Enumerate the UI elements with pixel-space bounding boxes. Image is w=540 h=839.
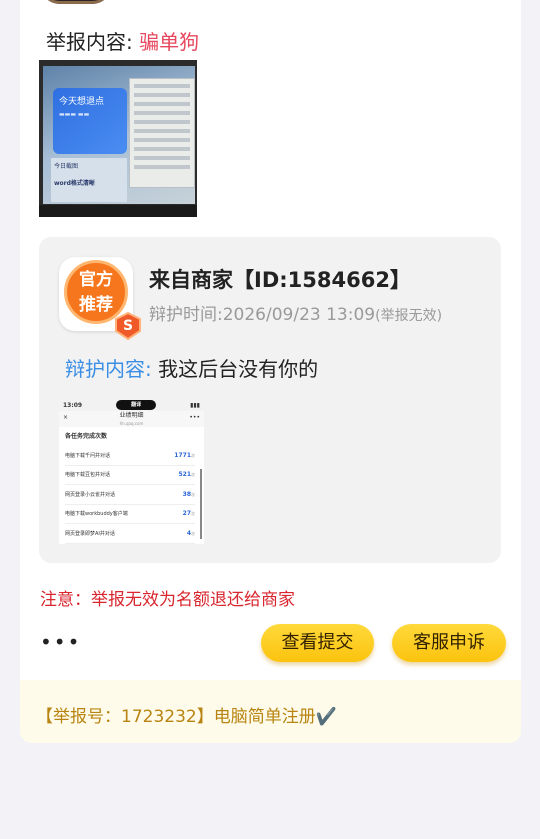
screenshot-taskbar bbox=[39, 205, 197, 217]
phone-status-bar: 13:09 翻译 ▮▮▮ bbox=[59, 399, 204, 411]
phone-page-title: 业绩明细 bbox=[119, 412, 144, 419]
defense-box: 官方 推荐 S 来自商家【ID:1584662】 辩护时间:2026/09/23… bbox=[39, 237, 501, 563]
view-submission-button[interactable]: 查看提交 bbox=[261, 624, 374, 662]
report-content-value: 骗单狗 bbox=[139, 30, 200, 54]
report-number: 【举报号：1723232】电脑简单注册✔️ bbox=[36, 702, 337, 727]
scrollbar bbox=[200, 469, 202, 539]
more-options-button[interactable]: ••• bbox=[40, 632, 81, 652]
defense-time: 辩护时间:2026/09/23 13:09(举报无效) bbox=[149, 300, 442, 325]
customer-service-appeal-button[interactable]: 客服申诉 bbox=[392, 624, 506, 662]
phone-status-pill: 翻译 bbox=[116, 400, 157, 410]
phone-status-time: 13:09 bbox=[63, 401, 83, 409]
report-footer: 【举报号：1723232】电脑简单注册✔️ bbox=[20, 680, 521, 743]
defense-screenshot[interactable]: 13:09 翻译 ▮▮▮ × 业绩明细 hh.qaq.com ••• 各任务完成… bbox=[59, 399, 204, 544]
defense-time-label: 辩护时间:2026/09/23 13:09 bbox=[149, 305, 376, 325]
list-item: 电脑下载千问并对话 1771次 bbox=[65, 446, 195, 466]
shield-icon: S bbox=[113, 311, 143, 341]
screenshot-line-2: word格式清晰 bbox=[54, 180, 95, 187]
badge-line-1: 官方 bbox=[79, 270, 113, 290]
list-item: 网页登录即梦AI并对话 4次 bbox=[65, 524, 195, 544]
notice-text: 注意：举报无效为名额退还给商家 bbox=[40, 590, 295, 610]
check-icon: ✔️ bbox=[315, 707, 337, 727]
list-item: 网页登录小云雀并对话 38次 bbox=[65, 485, 195, 505]
official-recommend-badge: 官方 推荐 S bbox=[59, 257, 141, 341]
screenshot-panel-title: 今天想退点 bbox=[59, 97, 105, 107]
report-content-label: 举报内容: bbox=[46, 30, 133, 54]
more-icon: ••• bbox=[189, 414, 200, 421]
screenshot-line-1: 今日截图 bbox=[54, 163, 79, 170]
defense-content-value: 我这后台没有你的 bbox=[158, 357, 319, 381]
report-screenshot[interactable]: 今天想退点 ▬▬▬ ▬▬ 今日截图 word格式清晰 bbox=[39, 60, 197, 217]
phone-nav-bar: × 业绩明细 hh.qaq.com ••• bbox=[59, 411, 204, 427]
screenshot-blue-panel: 今天想退点 ▬▬▬ ▬▬ bbox=[53, 88, 127, 154]
merchant-id: 来自商家【ID:1584662】 bbox=[149, 268, 411, 292]
report-card: 举报内容: 骗单狗 今天想退点 ▬▬▬ ▬▬ 今日截图 word格式清晰 官方 bbox=[20, 0, 521, 743]
phone-page-subtitle: hh.qaq.com bbox=[119, 421, 144, 426]
avatar bbox=[40, 0, 112, 4]
signal-icon: ▮▮▮ bbox=[190, 401, 200, 409]
screenshot-lower-panel: 今日截图 word格式清晰 bbox=[51, 158, 127, 202]
defense-content: 辩护内容: 我这后台没有你的 bbox=[65, 353, 318, 382]
screenshot-screen: 今天想退点 ▬▬▬ ▬▬ 今日截图 word格式清晰 bbox=[43, 66, 195, 204]
task-list-title: 各任务完成次数 bbox=[65, 433, 108, 440]
report-content: 举报内容: 骗单狗 bbox=[46, 26, 199, 55]
list-item: 电脑下载豆包并对话 521次 bbox=[65, 466, 195, 485]
list-item: 电脑下载workbuddy客户端 27次 bbox=[65, 505, 195, 524]
screenshot-file-dialog bbox=[129, 78, 195, 188]
defense-status-note: (举报无效) bbox=[375, 308, 443, 324]
defense-content-label: 辩护内容: bbox=[65, 357, 152, 381]
task-list: 各任务完成次数 电脑下载千问并对话 1771次 电脑下载豆包并对话 521次 网… bbox=[65, 431, 195, 544]
close-icon: × bbox=[63, 414, 69, 421]
report-number-text: 【举报号：1723232】电脑简单注册 bbox=[36, 707, 316, 727]
shield-icon-text: S bbox=[122, 318, 134, 334]
